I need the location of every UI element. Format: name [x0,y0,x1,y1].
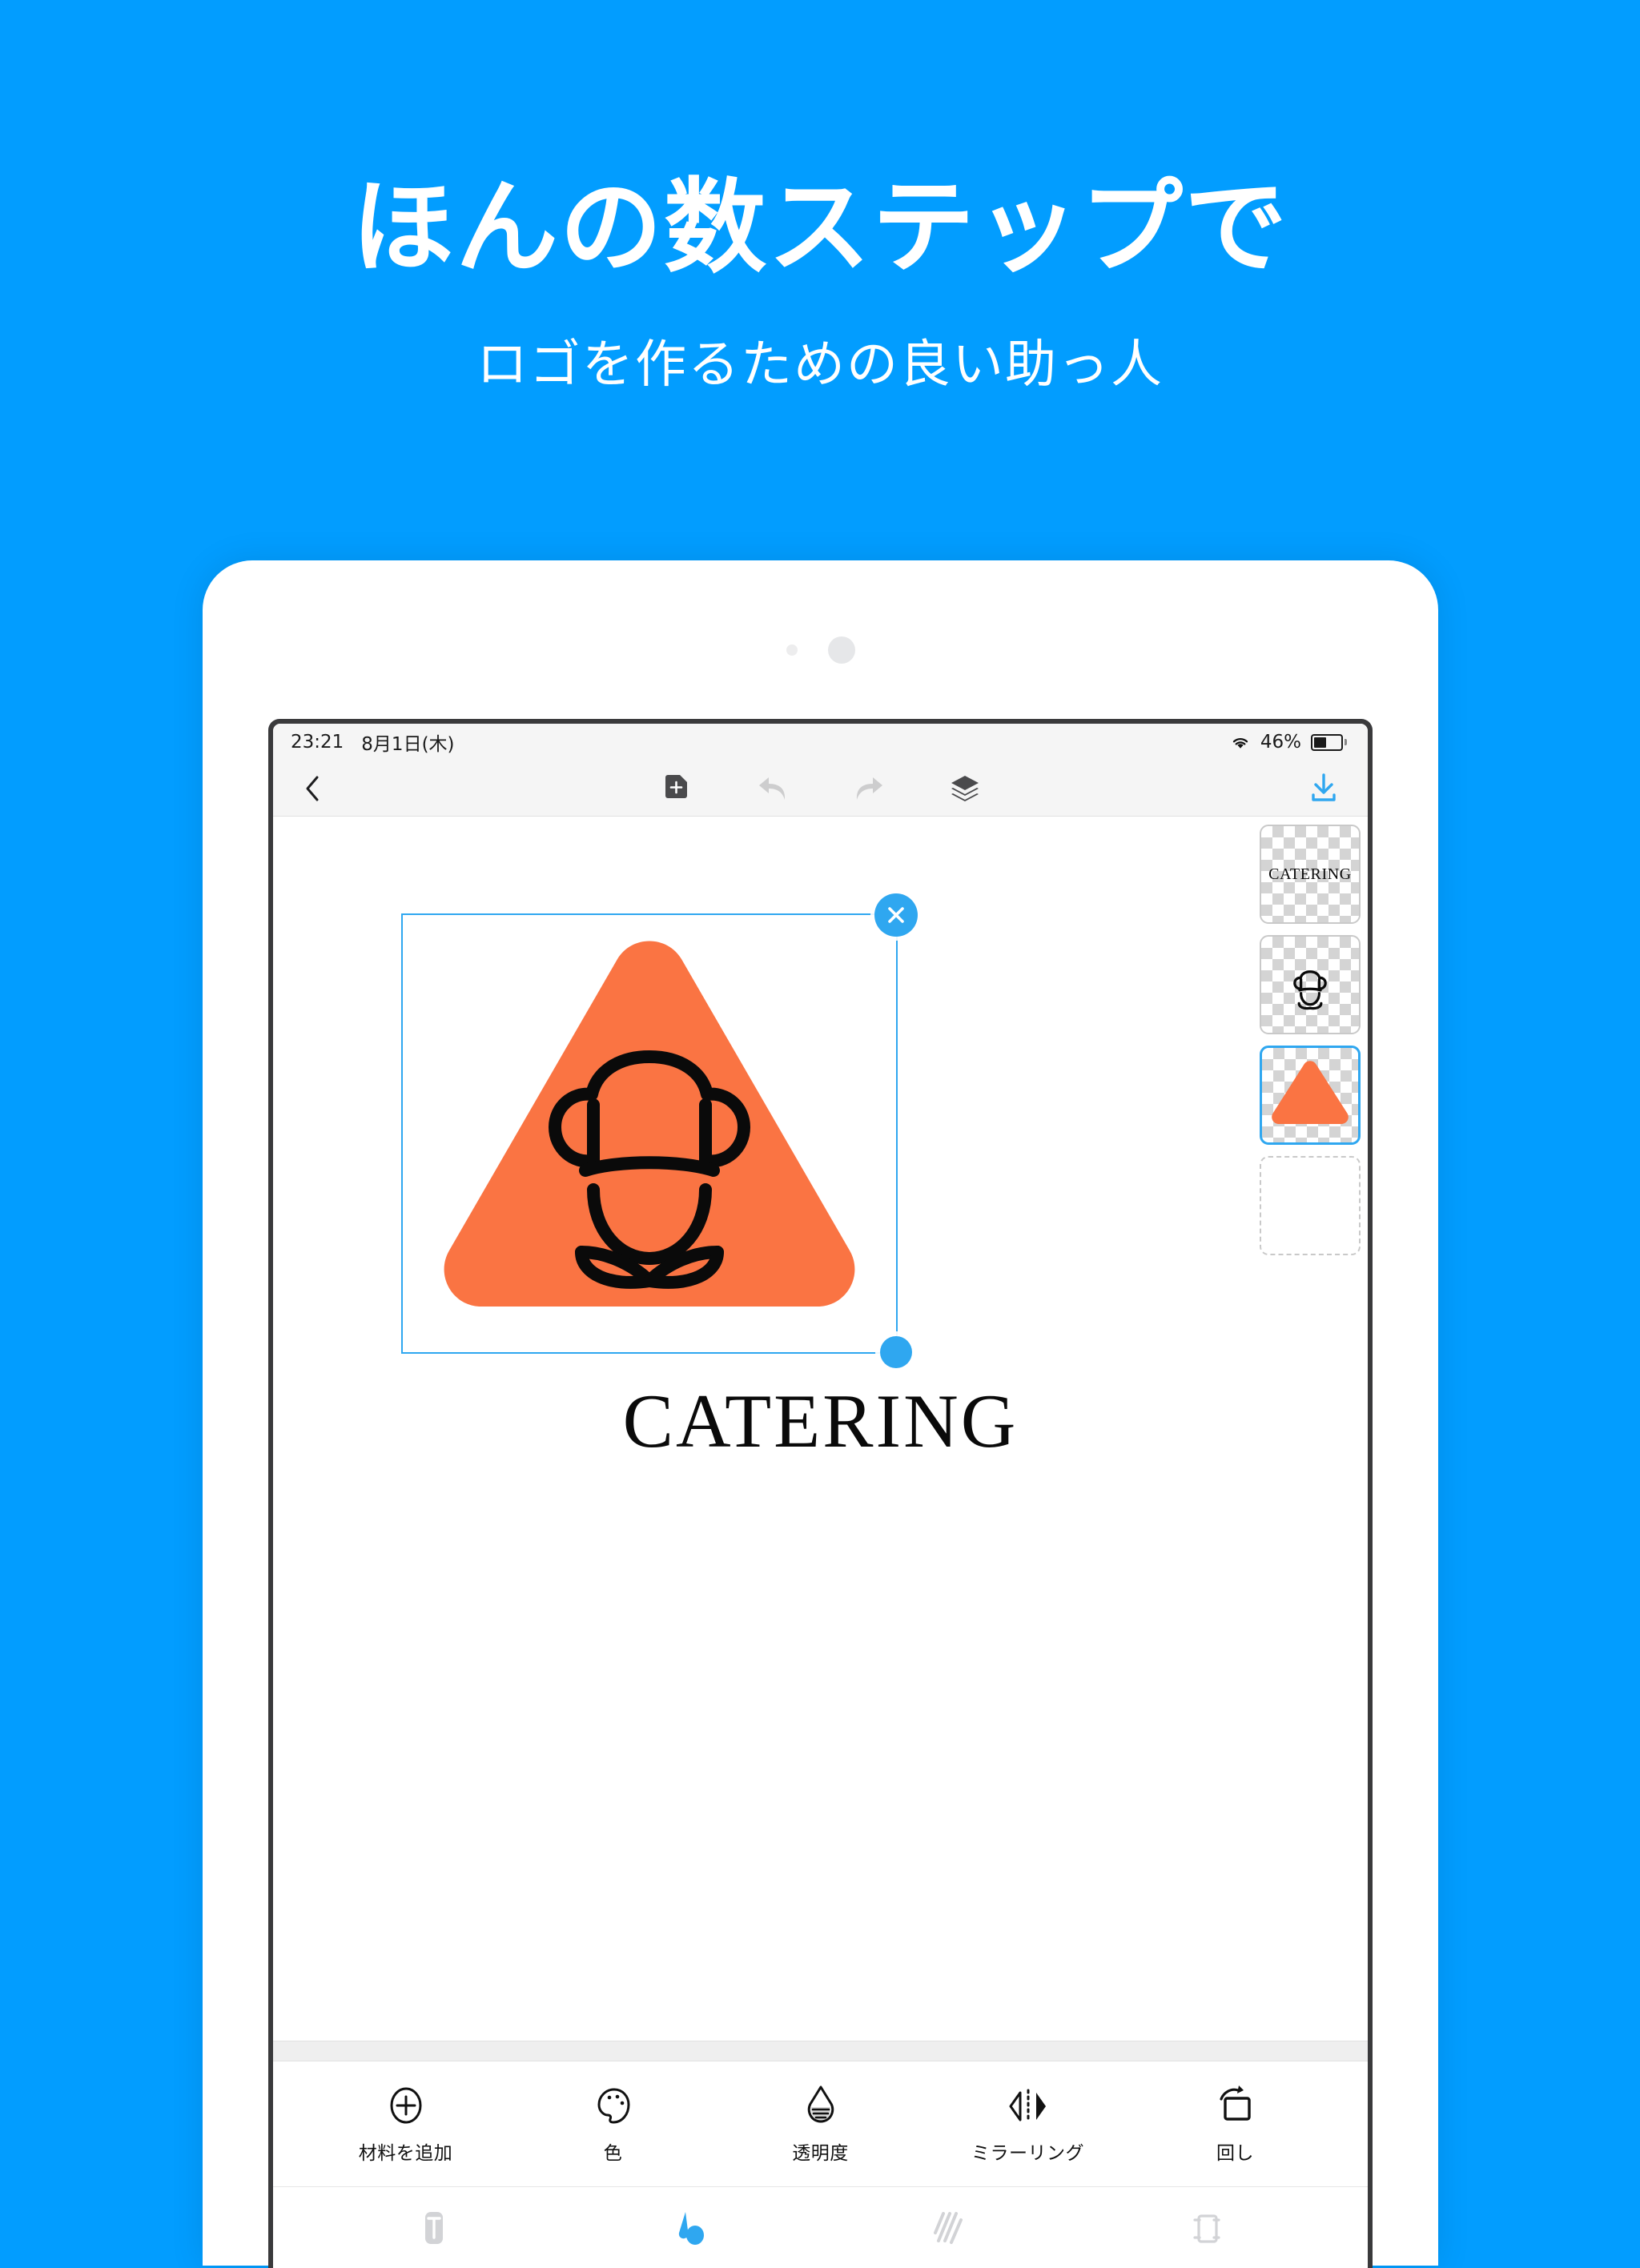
ambient-sensor-icon [786,644,798,656]
app-screen: 23:21 8月1日(木) 46% CATERING CATERING 材料を追… [273,724,1368,2268]
status-date: 8月1日(木) [361,734,455,755]
logo-wordmark[interactable]: CATERING [273,1377,1368,1465]
tool-label: 透明度 [792,2143,849,2164]
color-tool[interactable]: 色 [553,2083,673,2165]
layer-preview-text: CATERING [1268,865,1352,883]
front-camera-icon [827,636,855,664]
tab-shape[interactable] [660,2196,724,2260]
download-button[interactable] [1304,769,1344,809]
tool-label: 材料を追加 [358,2143,453,2164]
status-time: 23:21 [291,732,344,753]
triangle-shape-icon [1272,1061,1349,1124]
toolbar-separator [273,2041,1368,2061]
layer-thumbnail-blank[interactable] [1260,1156,1361,1255]
bottom-tab-bar [273,2186,1368,2268]
layer-thumbnail-text[interactable]: CATERING [1260,825,1361,924]
tool-label: ミラーリング [971,2143,1084,2164]
rotate-icon [1216,2083,1255,2125]
shape-droplet-icon [678,2211,704,2245]
opacity-tool[interactable]: 透明度 [761,2083,881,2165]
undo-button[interactable] [754,770,791,807]
mirror-icon [1007,2083,1049,2125]
add-page-button[interactable] [658,770,695,807]
resize-handle[interactable] [880,1336,912,1368]
chef-hat-icon [1293,970,1327,1010]
add-page-icon [665,774,687,798]
crop-icon [1193,2214,1220,2243]
redo-arrow-icon [856,777,882,800]
tab-crop[interactable] [1175,2196,1239,2260]
palette-icon [595,2083,632,2125]
device-sensor-group [786,636,855,664]
layers-stack-icon [951,775,979,801]
status-bar: 23:21 8月1日(木) 46% [273,724,1368,761]
battery-percent-label: 46% [1260,732,1301,753]
tab-text[interactable] [402,2196,466,2260]
page-title: ほんの数ステップで [351,168,1288,287]
undo-arrow-icon [758,777,785,800]
screen-bezel: 23:21 8月1日(木) 46% CATERING CATERING 材料を追… [268,719,1373,2268]
text-t-icon [424,2211,443,2244]
app-toolbar [273,761,1368,817]
chevron-left-icon [306,776,319,801]
tool-row: 材料を追加 色 透明度 ミラーリング 回し [273,2061,1368,2186]
layer-thumbnail-triangle[interactable] [1260,1046,1361,1145]
layers-button[interactable] [947,770,983,807]
artboard[interactable]: CATERING CATERING [273,817,1368,2041]
layers-panel[interactable]: CATERING [1260,825,1361,1255]
redo-button[interactable] [850,770,887,807]
back-button[interactable] [294,770,331,807]
page-subtitle: ロゴを作るための良い助っ人 [476,335,1164,395]
battery-icon [1311,733,1347,751]
mirror-tool[interactable]: ミラーリング [968,2083,1088,2165]
opacity-drop-icon [805,2083,837,2125]
selection-box[interactable] [401,893,918,1368]
plus-circle-icon [388,2083,424,2125]
wifi-icon [1232,738,1248,749]
tab-pattern[interactable] [917,2196,981,2260]
layer-thumbnail-chef-hat[interactable] [1260,935,1361,1034]
download-icon [1312,773,1336,801]
rotate-tool[interactable]: 回し [1176,2083,1296,2165]
promo-banner: ほんの数ステップで ロゴを作るための良い助っ人 [0,0,1640,397]
close-x-icon [888,907,904,923]
canvas-area[interactable]: CATERING CATERING [273,817,1368,2041]
pattern-stripes-icon [934,2211,963,2244]
delete-layer-button[interactable] [874,893,918,937]
tool-label: 色 [603,2143,623,2164]
tool-label: 回し [1216,2143,1254,2164]
tablet-device-frame: 23:21 8月1日(木) 46% CATERING CATERING 材料を追… [203,560,1438,2268]
add-material-tool[interactable]: 材料を追加 [346,2083,466,2165]
